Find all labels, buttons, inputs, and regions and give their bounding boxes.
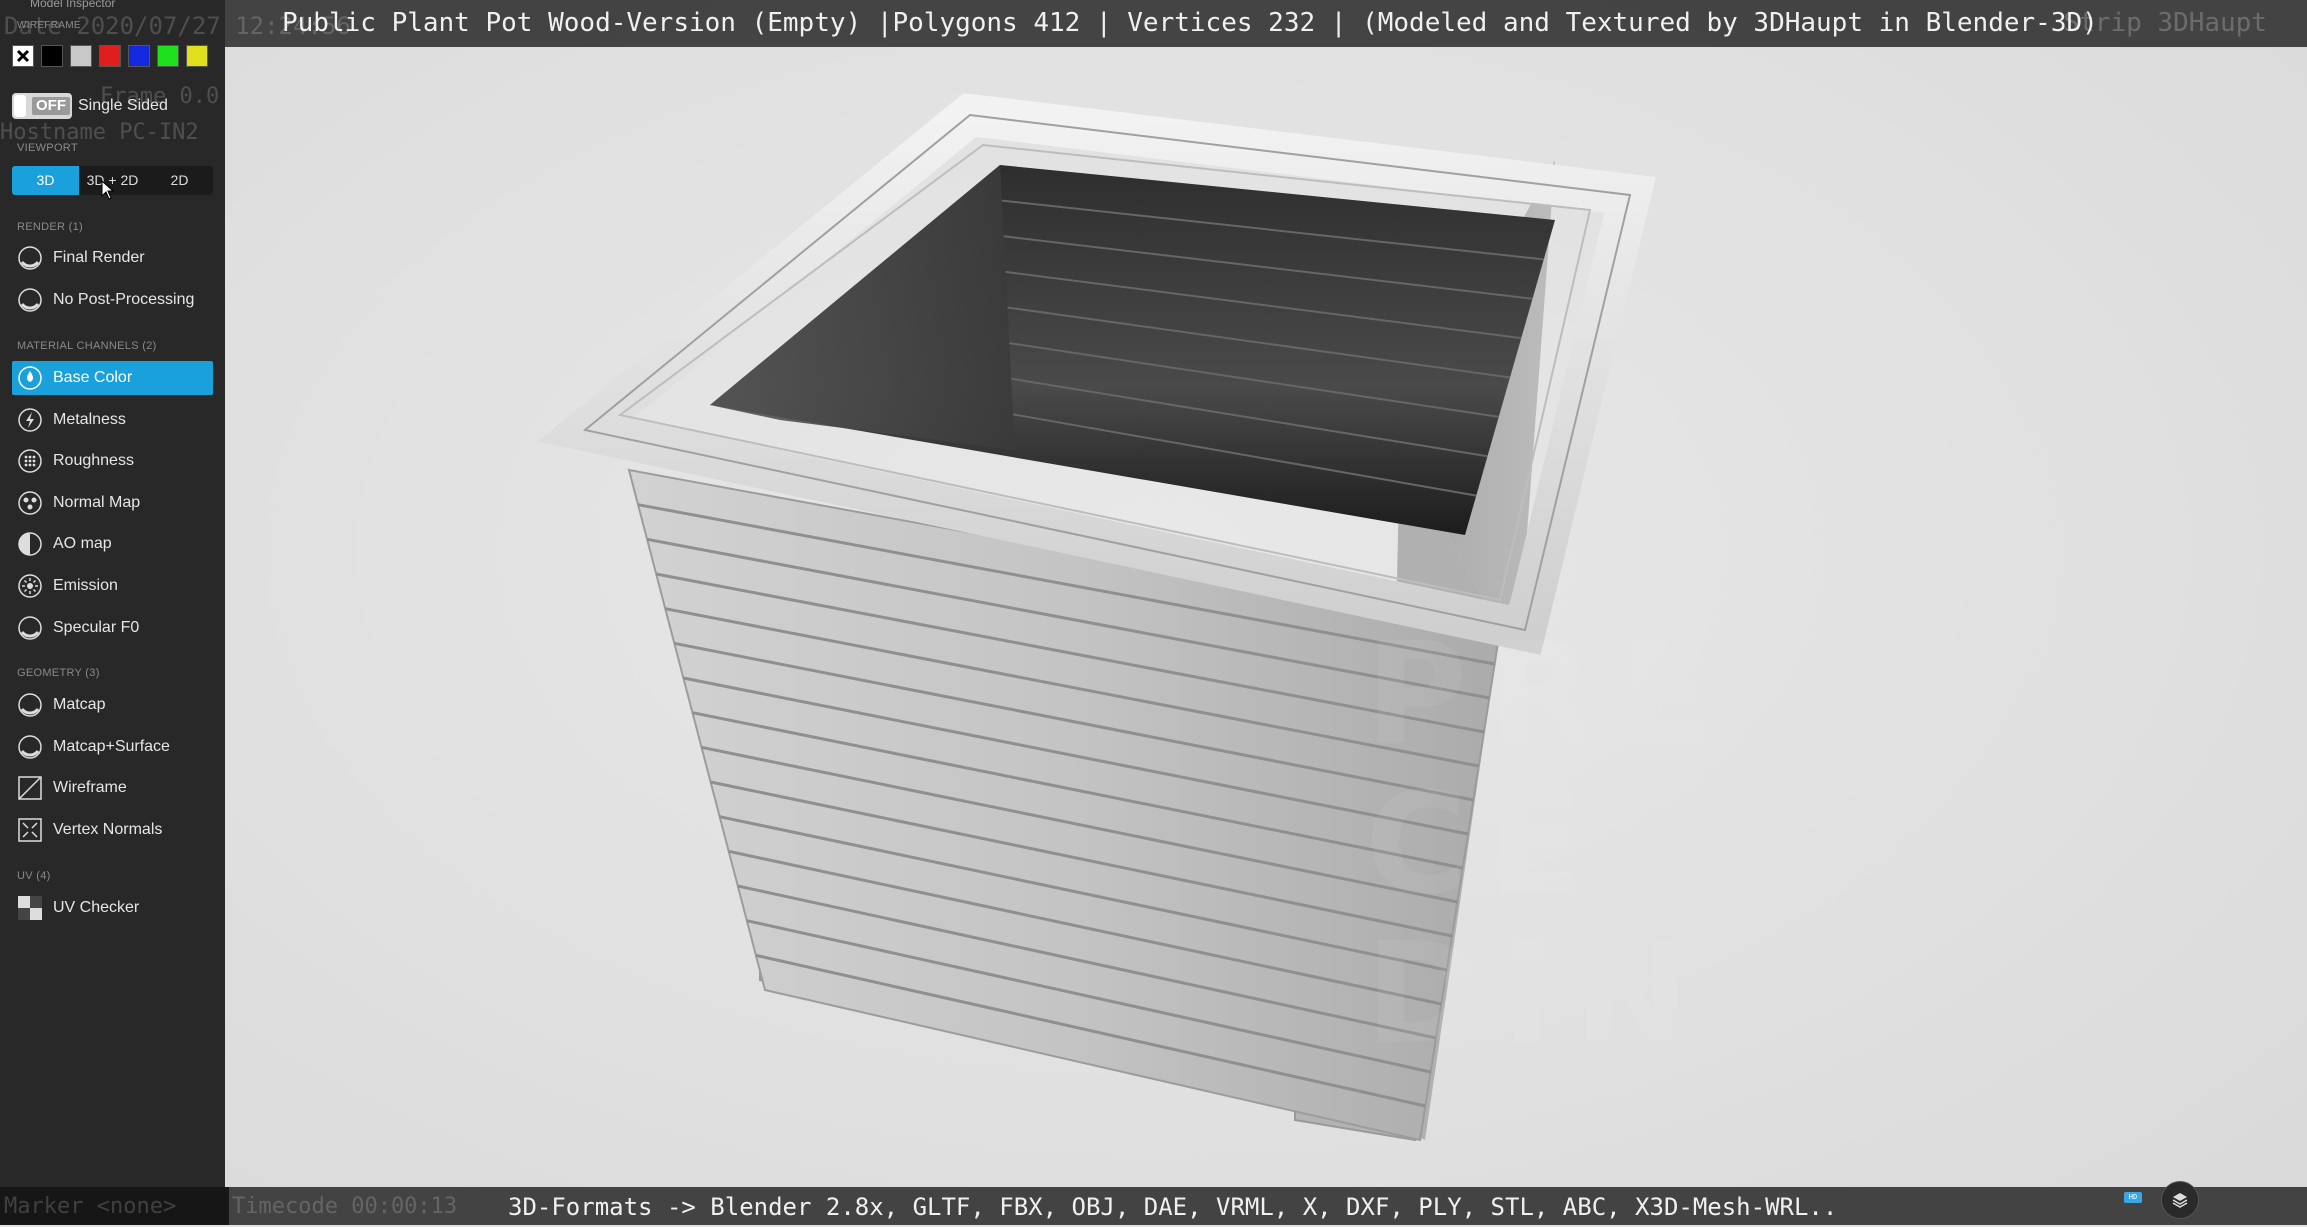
inspector-sidebar: Model Inspector Date 2020/07/27 12:24:56…	[0, 0, 351, 1225]
geometry-item-label: Matcap+Surface	[53, 737, 170, 755]
material-item-label: Roughness	[53, 452, 134, 470]
material-item-label: Normal Map	[53, 493, 141, 511]
sphere-icon	[17, 287, 43, 313]
sun-icon	[17, 573, 43, 599]
material-item-normal-map[interactable]: Normal Map	[12, 486, 213, 520]
title-bar: Public Plant Pot Wood-Version (Empty) |P…	[225, 0, 2307, 47]
formats-text: 3D-Formats -> Blender 2.8x, GLTF, FBX, O…	[508, 1193, 1838, 1221]
material-item-label: Emission	[53, 577, 118, 594]
vertex-normals-icon	[17, 817, 43, 843]
geometry-item-label: Vertex Normals	[53, 820, 163, 838]
mouse-cursor-icon	[101, 180, 115, 200]
geometry-item-matcap-surface[interactable]: Matcap+Surface	[12, 730, 213, 764]
wireframe-color-swatch[interactable]	[41, 45, 63, 67]
lightning-icon	[17, 407, 43, 433]
material-item-roughness[interactable]: Roughness	[12, 444, 213, 478]
wireframe-color-swatch[interactable]	[70, 45, 92, 67]
material-item-base-color[interactable]: Base Color	[12, 361, 213, 395]
wireframe-color-swatch[interactable]	[128, 45, 150, 67]
render-item-final-render[interactable]: Final Render	[12, 241, 213, 275]
uv-item-uv-checker[interactable]: UV Checker	[12, 891, 213, 925]
material-item-emission[interactable]: Emission	[12, 569, 213, 603]
material-item-label: AO map	[53, 535, 112, 553]
3d-viewport[interactable]: PRE CE DIN	[225, 0, 2307, 1225]
hd-badge[interactable]: HD	[2124, 1192, 2142, 1203]
strip-label: Strip 3DHaupt	[2063, 8, 2268, 38]
wireframe-color-swatch[interactable]	[99, 45, 121, 67]
viewport-mode-2d[interactable]: 2D	[146, 166, 213, 195]
normal-map-icon	[17, 490, 43, 516]
wireframe-icon	[17, 775, 43, 801]
close-icon	[16, 49, 30, 63]
material-item-label: Specular F0	[53, 618, 140, 636]
geometry-item-label: Wireframe	[53, 779, 127, 797]
render-section-label: RENDER (1)	[17, 221, 83, 233]
geometry-item-wireframe[interactable]: Wireframe	[12, 771, 213, 805]
layers-icon[interactable]	[2161, 1181, 2199, 1219]
wireframe-section-label: Wireframe	[17, 20, 81, 31]
single-sided-toggle[interactable]: OFF	[12, 93, 72, 119]
sphere-icon	[17, 734, 43, 760]
wireframe-color-swatch[interactable]	[157, 45, 179, 67]
dots-grid-icon	[17, 448, 43, 474]
material-item-label: Metalness	[53, 410, 126, 428]
geometry-item-vertex-normals[interactable]: Vertex Normals	[12, 813, 213, 847]
viewport-mode-3d[interactable]: 3D	[12, 166, 79, 195]
sphere-icon	[17, 245, 43, 271]
render-item-label: Final Render	[53, 249, 145, 266]
material-item-label: Base Color	[53, 369, 133, 386]
single-sided-label: Single Sided	[78, 97, 168, 114]
half-circle-icon	[17, 531, 43, 557]
material-item-metalness[interactable]: Metalness	[12, 403, 213, 437]
sphere-icon	[17, 615, 43, 641]
wireframe-color-swatch[interactable]	[186, 45, 208, 67]
material-section-label: MATERIAL CHANNELS (2)	[17, 340, 157, 352]
plant-pot-model[interactable]	[225, 0, 2307, 1225]
timecode-label: Timecode 00:00:13	[232, 1194, 458, 1219]
uv-section-label: UV (4)	[17, 870, 51, 882]
viewport-section-label: VIEWPORT	[17, 142, 78, 154]
material-item-specular-f0[interactable]: Specular F0	[12, 611, 213, 645]
geometry-section-label: GEOMETRY (3)	[17, 667, 100, 679]
model-title: Public Plant Pot Wood-Version (Empty) |P…	[282, 8, 2098, 38]
wireframe-color-swatch[interactable]	[12, 45, 34, 67]
sphere-icon	[17, 692, 43, 718]
inspector-title: Model Inspector	[30, 0, 116, 10]
color-drop-icon	[17, 365, 43, 391]
render-item-label: No Post-Processing	[53, 290, 195, 308]
marker-label: Marker <none> Timecode 00:00:13	[0, 1187, 457, 1225]
uv-item-label: UV Checker	[53, 899, 140, 916]
geometry-item-label: Matcap	[53, 696, 106, 713]
formats-bar: 3D-Formats -> Blender 2.8x, GLTF, FBX, O…	[225, 1181, 2307, 1225]
render-item-no-post-processing[interactable]: No Post-Processing	[12, 283, 213, 317]
geometry-item-matcap[interactable]: Matcap	[12, 688, 213, 722]
material-item-ao-map[interactable]: AO map	[12, 527, 213, 561]
checker-icon	[17, 895, 43, 921]
